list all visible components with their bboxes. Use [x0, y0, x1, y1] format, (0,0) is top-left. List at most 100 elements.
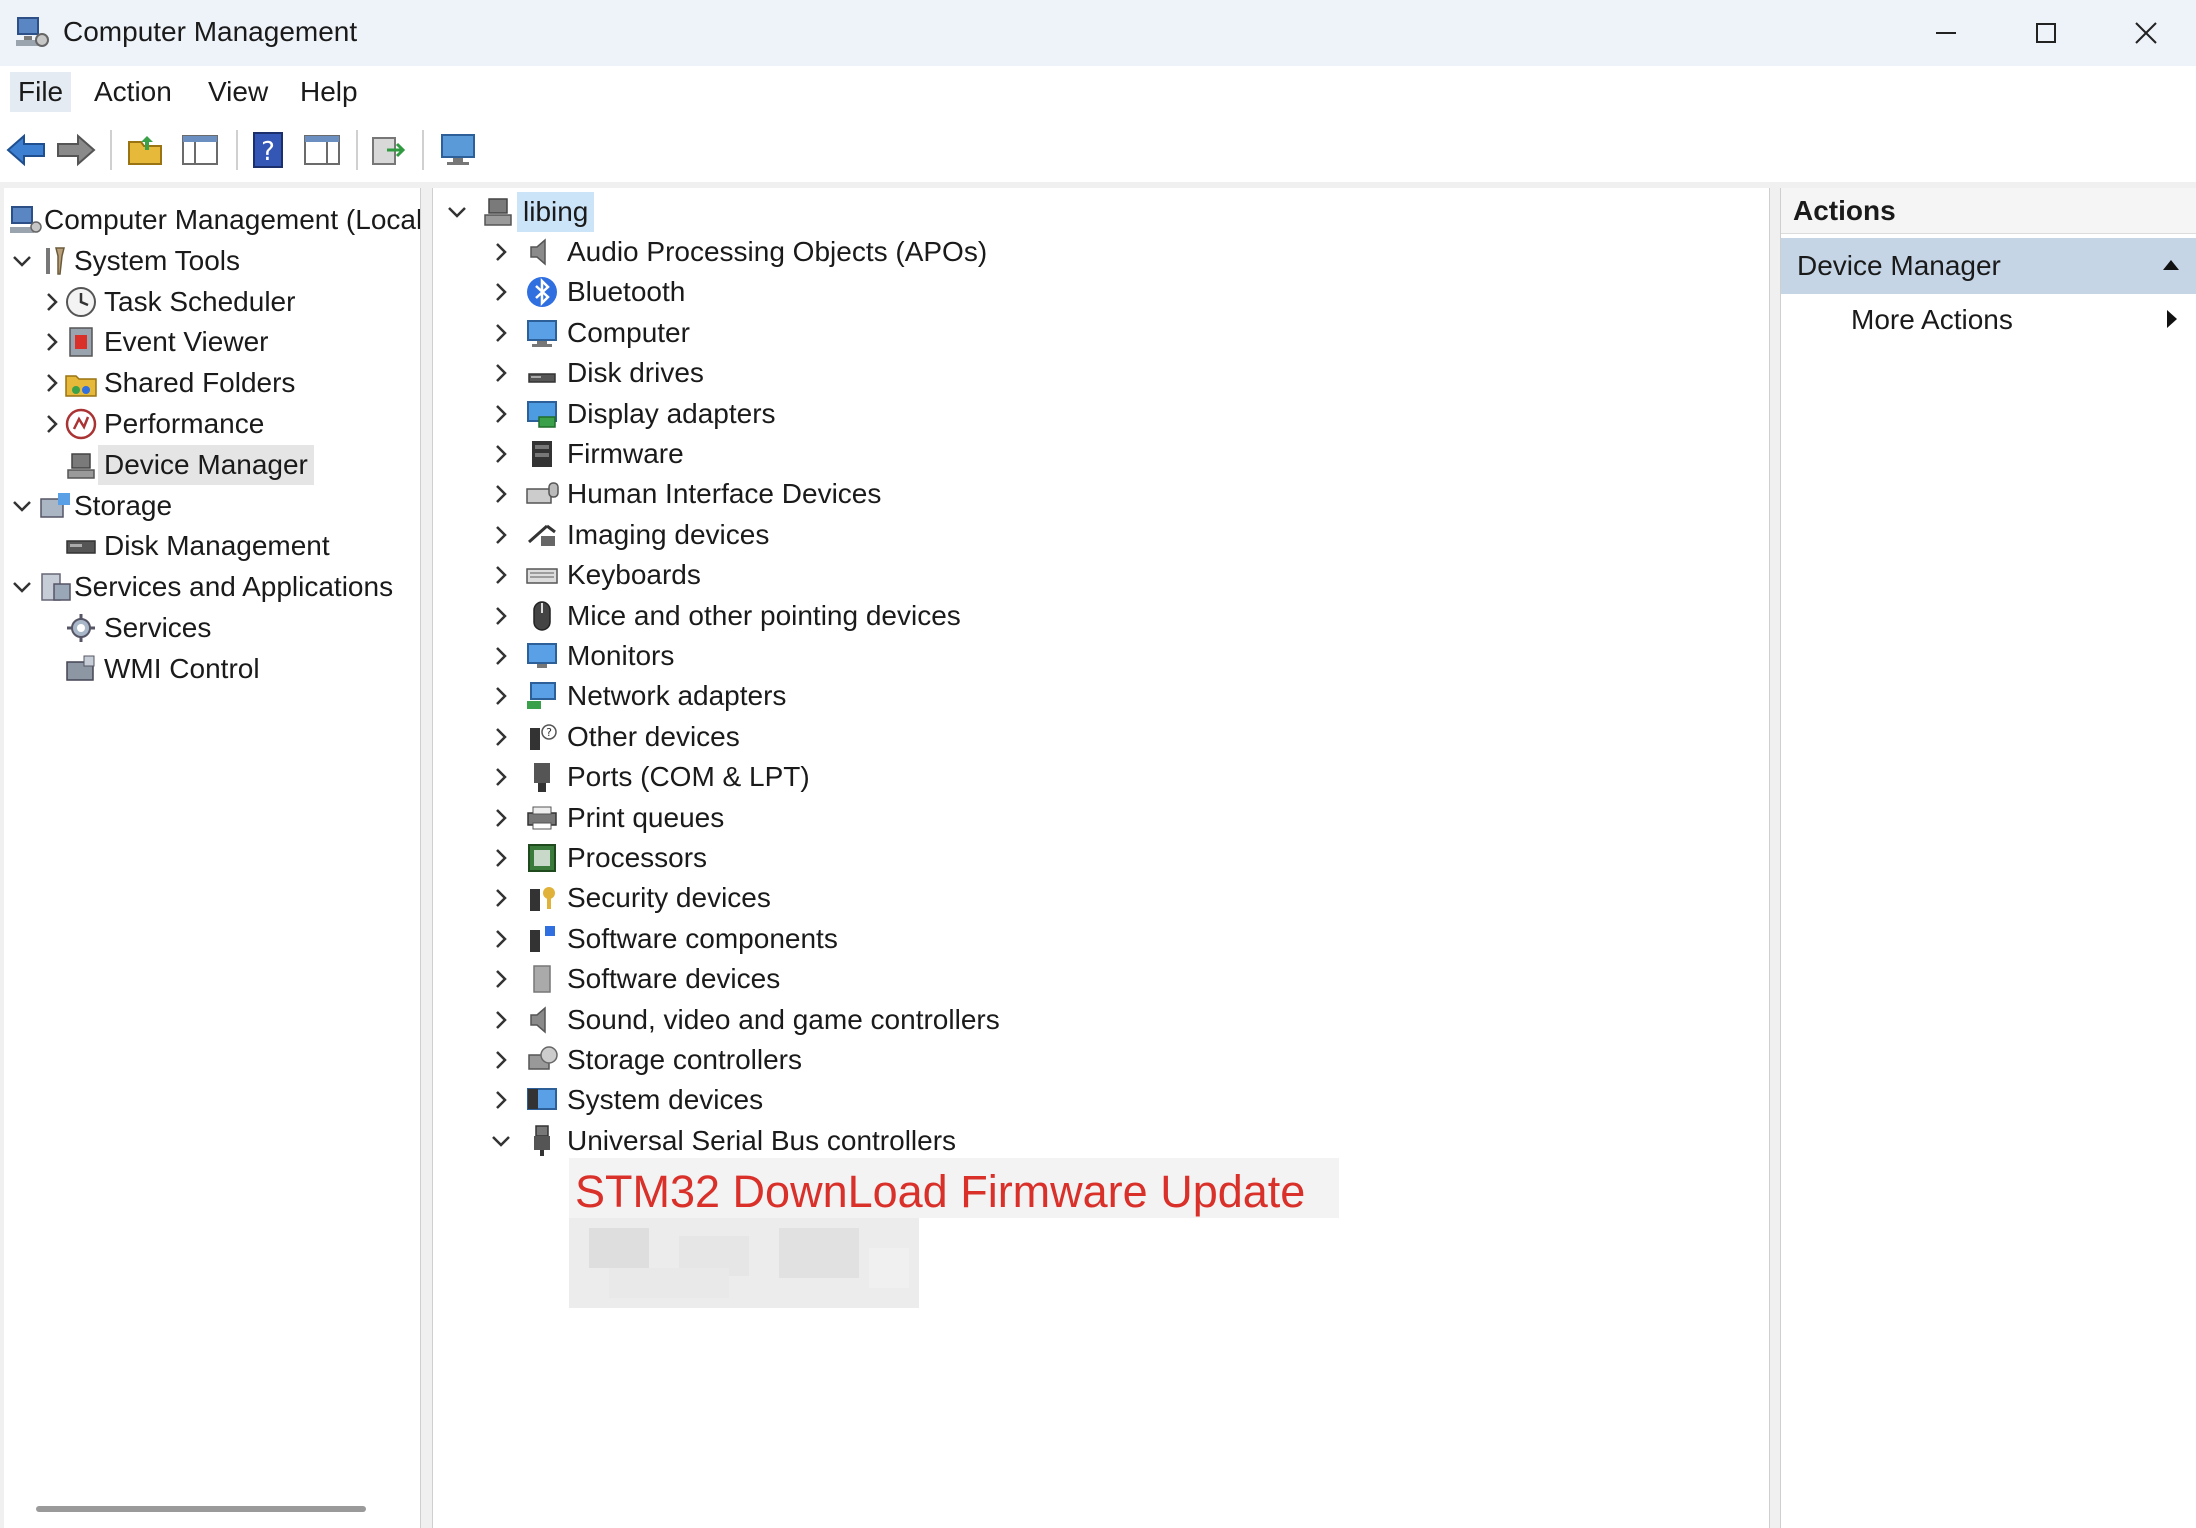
device-category[interactable]: Monitors [433, 636, 1769, 676]
device-category[interactable]: Audio Processing Objects (APOs) [433, 232, 1769, 272]
tree-item[interactable]: Device Manager [4, 444, 420, 485]
chevron-right-icon[interactable] [489, 555, 513, 595]
device-category[interactable]: Processors [433, 838, 1769, 878]
tree-item[interactable]: Disk Management [4, 526, 420, 566]
tree-item-label: Event Viewer [104, 326, 269, 358]
device-category[interactable]: Display adapters [433, 394, 1769, 434]
minimize-button[interactable] [1896, 0, 1996, 66]
show-hide-console-tree-button[interactable] [178, 128, 222, 172]
actions-device-manager-section[interactable]: Device Manager [1781, 238, 2196, 294]
tree-item[interactable]: System Tools [4, 241, 420, 281]
more-actions-item[interactable]: More Actions [1851, 296, 2013, 344]
device-category[interactable]: Disk drives [433, 353, 1769, 393]
other-devices-icon: ? [530, 724, 557, 750]
tree-item[interactable]: Services [4, 608, 420, 648]
tree-item-label: Computer Management (Local [44, 204, 421, 235]
forward-button[interactable] [54, 128, 98, 172]
menu-help[interactable]: Help [292, 72, 366, 112]
horizontal-scrollbar[interactable] [36, 1506, 366, 1512]
device-category[interactable]: Storage controllers [433, 1040, 1769, 1080]
tree-item[interactable]: Services and Applications [4, 567, 420, 607]
chevron-right-icon[interactable] [489, 676, 513, 716]
device-category[interactable]: System devices [433, 1080, 1769, 1120]
chevron-right-icon[interactable] [40, 282, 64, 322]
software-device-icon [533, 965, 551, 993]
menu-file[interactable]: File [10, 72, 72, 112]
chevron-right-icon[interactable] [489, 757, 513, 797]
device-category[interactable]: Keyboards [433, 555, 1769, 595]
device-category[interactable]: Imaging devices [433, 515, 1769, 555]
chevron-right-icon[interactable] [489, 878, 513, 918]
chevron-right-icon[interactable] [489, 838, 513, 878]
chevron-right-icon[interactable] [489, 474, 513, 514]
tree-item[interactable]: Event Viewer [4, 322, 420, 362]
device-category[interactable]: Sound, video and game controllers [433, 1000, 1769, 1040]
device-category[interactable]: Security devices [433, 878, 1769, 918]
device-tree-pane[interactable]: STM32 DownLoad Firmware Update libing Aud… [432, 188, 1770, 1528]
monitor-button[interactable] [436, 128, 480, 172]
tree-item[interactable]: Performance [4, 404, 420, 444]
tree-item-label: Services [104, 612, 212, 643]
chevron-down-icon[interactable] [10, 486, 34, 526]
chevron-right-icon[interactable] [489, 596, 513, 636]
chevron-right-icon[interactable] [489, 1000, 513, 1040]
device-category[interactable]: Mice and other pointing devices [433, 596, 1769, 636]
device-category[interactable]: Print queues [433, 798, 1769, 838]
chevron-right-icon[interactable] [40, 404, 64, 444]
collapse-up-icon[interactable] [2161, 258, 2181, 272]
chevron-down-icon[interactable] [10, 567, 34, 607]
device-category[interactable]: Bluetooth [433, 272, 1769, 312]
system-device-icon [527, 1088, 557, 1111]
device-category[interactable]: Computer [433, 313, 1769, 353]
chevron-right-icon[interactable] [40, 322, 64, 362]
maximize-button[interactable] [1996, 0, 2096, 66]
chevron-right-icon[interactable] [489, 232, 513, 272]
chevron-down-icon[interactable] [10, 241, 34, 281]
up-level-button[interactable] [124, 128, 168, 172]
menu-action[interactable]: Action [86, 72, 180, 112]
tree-item[interactable]: Shared Folders [4, 363, 420, 403]
export-list-button[interactable] [366, 128, 410, 172]
chevron-right-icon[interactable] [489, 636, 513, 676]
close-button[interactable] [2096, 0, 2196, 66]
device-category[interactable]: Ports (COM & LPT) [433, 757, 1769, 797]
chevron-right-icon[interactable] [489, 959, 513, 999]
chevron-right-icon[interactable] [489, 434, 513, 474]
actions-pane: Actions Device Manager More Actions [1780, 188, 2196, 1528]
chevron-right-icon[interactable] [489, 1080, 513, 1120]
properties-pane-button[interactable] [300, 128, 344, 172]
menu-view[interactable]: View [200, 72, 276, 112]
device-category-label: Disk drives [567, 357, 704, 389]
console-tree-pane[interactable]: Computer Management (Local System Tools Ta… [4, 188, 421, 1528]
help-button[interactable]: ? [246, 128, 290, 172]
processor-icon [528, 844, 556, 872]
back-button[interactable] [4, 128, 48, 172]
chevron-right-icon[interactable] [489, 1040, 513, 1080]
device-category[interactable]: Human Interface Devices [433, 474, 1769, 514]
device-category[interactable]: Software components [433, 919, 1769, 959]
tree-item[interactable]: Computer Management (Local [4, 200, 420, 240]
chevron-right-icon[interactable] [489, 272, 513, 312]
tree-item[interactable]: Storage [4, 486, 420, 526]
chevron-down-icon[interactable] [445, 192, 469, 232]
chevron-right-icon[interactable] [489, 353, 513, 393]
chevron-down-icon[interactable] [489, 1121, 513, 1161]
device-category[interactable]: Universal Serial Bus controllers [433, 1121, 1769, 1161]
device-category-label: Other devices [567, 720, 740, 752]
libing-icon [484, 198, 512, 226]
device-category[interactable]: Software devices [433, 959, 1769, 999]
chevron-right-icon[interactable] [489, 394, 513, 434]
device-category[interactable]: ? Other devices [433, 717, 1769, 757]
chevron-right-icon[interactable] [489, 919, 513, 959]
device-category[interactable]: Firmware [433, 434, 1769, 474]
chevron-right-icon[interactable] [489, 798, 513, 838]
tree-item[interactable]: WMI Control [4, 649, 420, 689]
chevron-right-icon[interactable] [489, 515, 513, 555]
tree-item[interactable]: Task Scheduler [4, 282, 420, 322]
chevron-right-icon[interactable] [40, 363, 64, 403]
actions-header: Actions [1781, 188, 2196, 234]
device-category[interactable]: Network adapters [433, 676, 1769, 716]
chevron-right-icon[interactable] [489, 313, 513, 353]
device-root[interactable]: libing [433, 192, 1769, 232]
chevron-right-icon[interactable] [489, 717, 513, 757]
